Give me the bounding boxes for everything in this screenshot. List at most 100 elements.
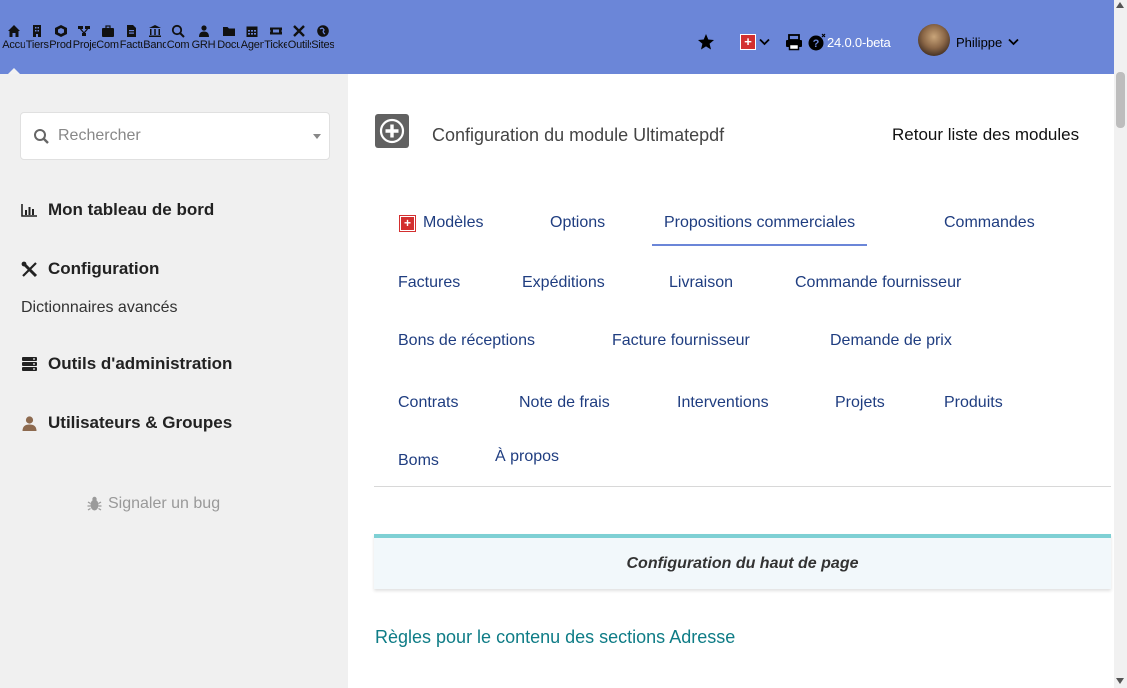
tab-models[interactable]: + Modèles: [400, 214, 483, 232]
menu-item-sites[interactable]: Sites: [311, 0, 335, 74]
module-quick-access-dropdown[interactable]: +: [740, 30, 770, 54]
tab-shipments[interactable]: Expéditions: [522, 274, 605, 292]
building-icon: [33, 25, 42, 37]
tabs-divider: [374, 486, 1111, 487]
star-icon: [698, 34, 714, 50]
menu-label: Facturation: [119, 39, 143, 51]
tab-label: Interventions: [677, 394, 769, 411]
sidebar-item-admin-tools[interactable]: Outils d'administration: [21, 354, 232, 374]
tab-label: Bons de réceptions: [398, 332, 535, 349]
tab-contracts[interactable]: Contrats: [398, 394, 458, 412]
menu-item-tools[interactable]: Outils: [288, 0, 312, 74]
sidebar-item-users-groups[interactable]: Utilisateurs & Groupes: [21, 413, 232, 433]
tab-expense-reports[interactable]: Note de frais: [519, 394, 610, 412]
report-bug-link[interactable]: Signaler un bug: [87, 495, 220, 513]
report-bug-label: Signaler un bug: [108, 495, 221, 512]
tab-delivery[interactable]: Livraison: [669, 274, 733, 292]
chevron-down-icon: [1008, 38, 1019, 46]
menu-item-accounting[interactable]: Compta: [167, 0, 191, 74]
printer-icon: [786, 33, 802, 50]
top-menu-bar: Accueil Tiers Produits Projets Commercia…: [0, 0, 1114, 74]
menu-item-home[interactable]: Accueil: [2, 0, 26, 74]
menu-item-thirdparties[interactable]: Tiers: [26, 0, 50, 74]
menu-item-hrm[interactable]: GRH: [190, 0, 217, 74]
menu-item-commercial[interactable]: Commercial: [96, 0, 120, 74]
avatar: [918, 24, 950, 56]
menu-item-projects[interactable]: Projets: [73, 0, 97, 74]
scroll-down-icon[interactable]: [1116, 678, 1124, 684]
scroll-up-icon[interactable]: [1116, 2, 1124, 8]
tools-icon: [293, 25, 306, 37]
help-icon: ?: [808, 33, 826, 51]
folder-icon: [222, 27, 235, 36]
ticket-icon: [269, 27, 282, 35]
tab-products[interactable]: Produits: [944, 394, 1003, 412]
tab-projects[interactable]: Projets: [835, 394, 885, 412]
scrollbar-thumb[interactable]: [1116, 72, 1125, 128]
tab-label: Demande de prix: [830, 332, 952, 349]
tab-label: Expéditions: [522, 274, 605, 291]
tab-label: Commande fournisseur: [795, 274, 962, 291]
server-icon: [22, 357, 37, 371]
tab-label: Commandes: [944, 214, 1035, 231]
page-scrollbar[interactable]: [1114, 0, 1127, 688]
users-icon: [198, 25, 209, 37]
tab-label: À propos: [495, 448, 560, 465]
tab-interventions[interactable]: Interventions: [677, 394, 769, 412]
tab-label: Note de frais: [519, 394, 610, 411]
sidebar-item-configuration[interactable]: Configuration: [21, 259, 159, 279]
help-button[interactable]: ?: [808, 30, 826, 54]
menu-label: Compta: [166, 39, 190, 51]
tab-supplier-orders[interactable]: Commande fournisseur: [795, 274, 961, 292]
sidebar-item-label: Outils d'administration: [48, 354, 233, 373]
sidebar-item-label: Configuration: [48, 259, 160, 278]
menu-item-products[interactable]: Produits: [49, 0, 73, 74]
chevron-down-icon: [759, 38, 770, 46]
tab-commercial-proposals[interactable]: Propositions commerciales: [651, 214, 868, 246]
search-input[interactable]: [56, 126, 300, 146]
tab-receptions[interactable]: Bons de réceptions: [398, 332, 535, 350]
menu-item-tickets[interactable]: Tickets: [264, 0, 288, 74]
print-button[interactable]: [785, 30, 803, 54]
sidebar-item-dashboard[interactable]: Mon tableau de bord: [21, 200, 214, 220]
menu-label: Projets: [72, 39, 96, 51]
invoice-icon: [127, 25, 137, 37]
tab-label: Livraison: [669, 274, 734, 291]
cube-icon: [54, 25, 67, 37]
sidebar-item-dictionaries[interactable]: Dictionnaires avancés: [21, 299, 178, 317]
menu-item-agenda[interactable]: Agenda: [241, 0, 265, 74]
tab-boms[interactable]: Boms: [398, 452, 439, 470]
globe-icon: [316, 25, 329, 37]
tab-invoices[interactable]: Factures: [398, 274, 460, 292]
menu-item-bank[interactable]: Banque: [143, 0, 167, 74]
search-box[interactable]: [20, 112, 330, 160]
menu-item-documents[interactable]: Documents: [217, 0, 241, 74]
user-menu[interactable]: Philippe: [918, 24, 1019, 56]
tab-label: Projets: [835, 394, 885, 411]
tab-orders[interactable]: Commandes: [944, 214, 1035, 232]
tab-label: Produits: [944, 394, 1003, 411]
module-icon: [375, 114, 409, 148]
plus-circle-icon: [379, 118, 405, 144]
tab-options[interactable]: Options: [550, 214, 605, 232]
user-name: Philippe: [956, 34, 1003, 50]
dropdown-arrow-icon[interactable]: [313, 134, 321, 139]
back-to-modules-link[interactable]: Retour liste des modules: [892, 125, 1079, 145]
bookmarks-button[interactable]: [697, 30, 715, 54]
menu-label: Produits: [49, 39, 72, 51]
tab-about[interactable]: À propos: [495, 448, 559, 466]
left-sidebar: Mon tableau de bord Configuration Dictio…: [0, 74, 348, 688]
menu-label: Banque: [143, 39, 167, 51]
sidebar-item-label: Mon tableau de bord: [48, 200, 215, 219]
calendar-icon: [246, 26, 258, 37]
tab-label: Modèles: [423, 214, 484, 231]
tab-supplier-invoices[interactable]: Facture fournisseur: [612, 332, 750, 350]
tab-price-requests[interactable]: Demande de prix: [830, 332, 952, 350]
address-rules-link[interactable]: Règles pour le contenu des sections Adre…: [375, 627, 735, 648]
tab-label: Contrats: [398, 394, 459, 411]
menu-label: Tiers: [25, 39, 49, 51]
menu-label: Accueil: [2, 39, 26, 51]
project-icon: [78, 26, 91, 36]
tools-icon: [21, 261, 38, 277]
menu-item-billing[interactable]: Facturation: [120, 0, 144, 74]
